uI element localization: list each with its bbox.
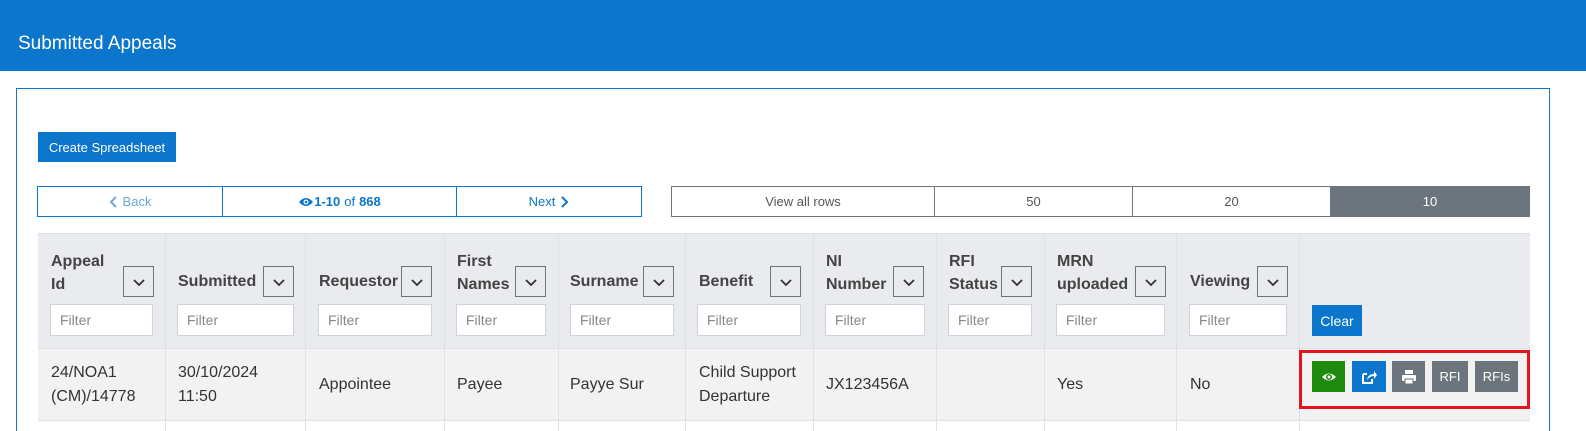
chevron-down-icon	[902, 278, 915, 286]
column-header-surname: Surname	[570, 273, 639, 290]
cell-ni-number: JX123456A	[826, 376, 909, 393]
filter-rfi-status[interactable]	[948, 304, 1032, 336]
filter-benefit[interactable]	[697, 304, 801, 336]
sort-dropdown-first-names[interactable]	[515, 266, 546, 297]
share-icon	[1362, 370, 1377, 384]
filter-mrn-uploaded[interactable]	[1056, 304, 1165, 336]
filter-surname[interactable]	[570, 304, 674, 336]
cell-benefit: Child Support Departure	[699, 364, 796, 405]
column-header-submitted: Submitted	[178, 273, 257, 290]
filter-appeal-id[interactable]	[50, 304, 153, 336]
column-header-benefit: Benefit	[699, 273, 754, 290]
page-size-50[interactable]: 50	[935, 187, 1133, 216]
filter-first-names[interactable]	[456, 304, 546, 336]
filter-requestor[interactable]	[318, 304, 432, 336]
column-header-first-names: First Names	[457, 253, 510, 293]
range-value: 1-10	[314, 194, 341, 209]
range-total: 868	[359, 194, 381, 209]
chevron-down-icon	[272, 278, 285, 286]
column-header-requestor: Requestor	[319, 273, 399, 290]
filter-viewing[interactable]	[1189, 304, 1287, 336]
cell-requestor: Appointee	[319, 376, 392, 393]
cell-surname: Payye Sur	[570, 376, 644, 393]
cell-mrn-uploaded: Yes	[1057, 376, 1084, 393]
rfis-button[interactable]: RFIs	[1475, 361, 1518, 392]
page-size-all[interactable]: View all rows	[672, 187, 935, 216]
column-divider	[444, 233, 445, 431]
cell-submitted: 30/10/2024 11:50	[178, 364, 259, 405]
chevron-down-icon	[524, 278, 537, 286]
rfi-button[interactable]: RFI	[1432, 361, 1468, 392]
column-divider	[1176, 233, 1177, 431]
sort-dropdown-submitted[interactable]	[263, 266, 294, 297]
chevron-down-icon	[1010, 278, 1023, 286]
back-button[interactable]: Back	[38, 187, 223, 216]
pagination: Back 1-10 of 868 Next	[37, 186, 642, 217]
next-button[interactable]: Next	[457, 187, 641, 216]
range-of: of	[344, 194, 356, 209]
page-size-10[interactable]: 10	[1331, 187, 1529, 216]
create-spreadsheet-button[interactable]: Create Spreadsheet	[38, 132, 176, 162]
sort-dropdown-ni-number[interactable]	[893, 266, 924, 297]
eye-icon	[1321, 373, 1336, 380]
sort-dropdown-benefit[interactable]	[770, 266, 801, 297]
cell-first-names: Payee	[457, 376, 503, 393]
chevron-down-icon	[1266, 278, 1279, 286]
chevron-down-icon	[132, 278, 145, 286]
chevron-down-icon	[1144, 278, 1157, 286]
sort-dropdown-surname[interactable]	[643, 266, 674, 297]
column-divider	[558, 233, 559, 431]
page-header: Submitted Appeals	[0, 0, 1586, 71]
chevron-down-icon	[410, 278, 423, 286]
column-header-rfi-status: RFI Status	[949, 253, 998, 293]
column-divider	[813, 233, 814, 431]
share-button[interactable]	[1352, 361, 1386, 392]
page-size-20[interactable]: 20	[1133, 187, 1331, 216]
page-range: 1-10 of 868	[223, 187, 457, 216]
sort-dropdown-appeal-id[interactable]	[123, 266, 154, 297]
print-button[interactable]	[1392, 361, 1425, 392]
page-title: Submitted Appeals	[18, 33, 177, 54]
filter-ni-number[interactable]	[825, 304, 925, 336]
back-label: Back	[122, 194, 152, 209]
column-header-appeal-id: Appeal Id	[51, 253, 105, 293]
chevron-left-icon	[109, 195, 117, 208]
column-header-mrn-uploaded: MRN uploaded	[1057, 253, 1129, 293]
print-icon	[1401, 369, 1416, 384]
filter-submitted[interactable]	[177, 304, 294, 336]
eye-icon	[299, 197, 314, 206]
clear-filters-button[interactable]: Clear	[1312, 305, 1362, 336]
page-size-selector: View all rows 50 20 10	[671, 186, 1530, 217]
sort-dropdown-rfi-status[interactable]	[1001, 266, 1032, 297]
column-divider	[685, 233, 686, 431]
chevron-right-icon	[561, 195, 569, 208]
chevron-down-icon	[779, 278, 792, 286]
column-divider	[165, 233, 166, 431]
column-header-viewing: Viewing	[1190, 273, 1251, 290]
table-row	[38, 420, 1530, 431]
next-label: Next	[528, 194, 556, 209]
column-divider	[936, 233, 937, 431]
view-button[interactable]	[1312, 361, 1345, 392]
cell-viewing: No	[1190, 376, 1211, 393]
column-header-ni-number: NI Number	[826, 253, 887, 293]
sort-dropdown-mrn-uploaded[interactable]	[1135, 266, 1166, 297]
sort-dropdown-requestor[interactable]	[401, 266, 432, 297]
column-divider	[305, 233, 306, 431]
chevron-down-icon	[652, 278, 665, 286]
column-divider	[1044, 233, 1045, 431]
sort-dropdown-viewing[interactable]	[1257, 266, 1288, 297]
cell-appeal-id: 24/NOA1 (CM)/14778	[51, 364, 136, 405]
